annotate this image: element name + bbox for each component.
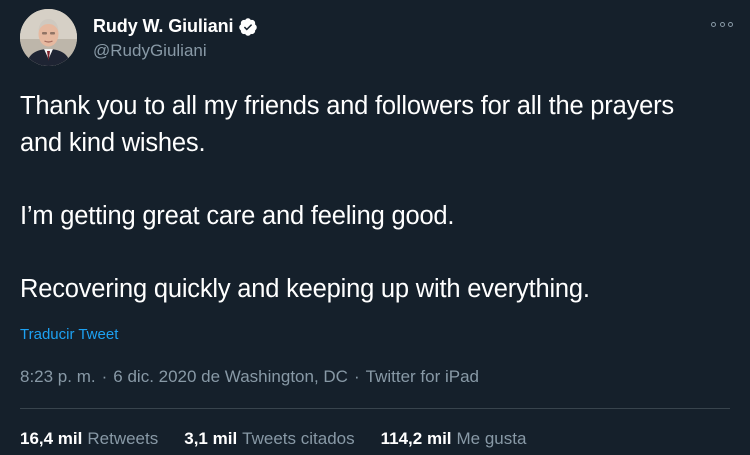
more-options-icon[interactable]: [711, 18, 733, 30]
profile-photo-icon: [20, 9, 77, 66]
quote-tweets-stat[interactable]: 3,1 mil Tweets citados: [184, 429, 354, 449]
tweet-header: Rudy W. Giuliani @RudyGiuliani: [20, 9, 258, 66]
tweet-paragraph: I’m getting great care and feeling good.: [20, 202, 455, 230]
likes-label: Me gusta: [456, 429, 527, 448]
tweet-metadata: 8:23 p. m. · 6 dic. 2020 de Washington, …: [20, 367, 479, 387]
translate-tweet-link[interactable]: Traducir Tweet: [20, 326, 118, 343]
display-name[interactable]: Rudy W. Giuliani: [93, 16, 234, 37]
tweet-time[interactable]: 8:23 p. m.: [20, 367, 96, 387]
tweet-card: Rudy W. Giuliani @RudyGiuliani Thank you…: [0, 0, 750, 455]
avatar[interactable]: [20, 9, 77, 66]
separator: ·: [101, 367, 108, 386]
name-row: Rudy W. Giuliani: [93, 15, 258, 39]
tweet-date-location[interactable]: 6 dic. 2020 de Washington, DC: [113, 367, 348, 387]
verified-badge-icon: [238, 17, 258, 37]
retweets-count: 16,4 mil: [20, 429, 83, 448]
handle[interactable]: @RudyGiuliani: [93, 41, 258, 61]
author-names: Rudy W. Giuliani @RudyGiuliani: [93, 15, 258, 61]
tweet-source[interactable]: Twitter for iPad: [366, 367, 479, 387]
likes-stat[interactable]: 114,2 mil Me gusta: [381, 429, 527, 449]
tweet-text: Thank you to all my friends and follower…: [20, 88, 720, 308]
retweets-label: Retweets: [87, 429, 159, 448]
divider: [20, 408, 730, 409]
quote-tweets-count: 3,1 mil: [184, 429, 238, 448]
engagement-stats: 16,4 mil Retweets 3,1 mil Tweets citados…: [20, 429, 552, 449]
tweet-paragraph: Thank you to all my friends and follower…: [20, 92, 674, 157]
quote-tweets-label: Tweets citados: [242, 429, 355, 448]
likes-count: 114,2 mil: [380, 429, 452, 448]
tweet-paragraph: Recovering quickly and keeping up with e…: [20, 275, 590, 303]
retweets-stat[interactable]: 16,4 mil Retweets: [20, 429, 158, 449]
separator: ·: [353, 367, 360, 386]
